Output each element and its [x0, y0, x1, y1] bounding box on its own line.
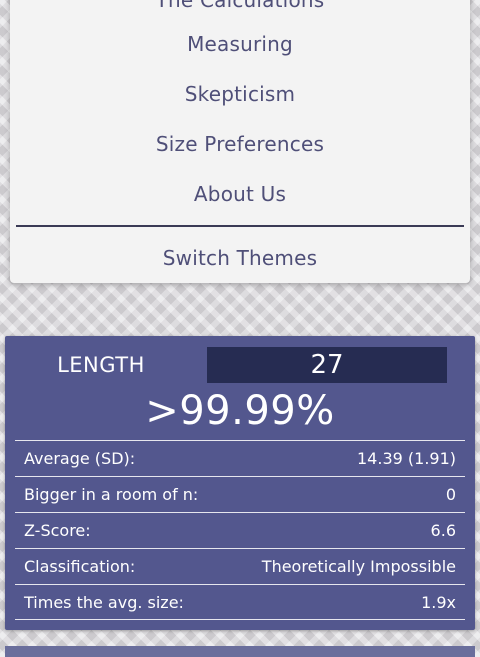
navigation-menu: The Calculations Measuring Skepticism Si…	[10, 0, 470, 283]
length-label: LENGTH	[57, 353, 145, 377]
length-input[interactable]	[207, 347, 447, 383]
next-card-peek	[5, 646, 475, 657]
stat-label: Times the avg. size:	[24, 593, 184, 612]
stat-row-times-avg-size: Times the avg. size: 1.9x	[15, 584, 465, 620]
menu-item-skepticism[interactable]: Skepticism	[10, 82, 470, 106]
menu-item-the-calculations[interactable]: The Calculations	[10, 0, 470, 12]
percentile-value: >99.99%	[145, 388, 335, 434]
stat-value: 6.6	[430, 521, 456, 540]
stat-value: 14.39 (1.91)	[357, 449, 456, 468]
menu-item-measuring[interactable]: Measuring	[10, 32, 470, 56]
switch-themes-button[interactable]: Switch Themes	[10, 246, 470, 270]
stat-label: Z-Score:	[24, 521, 91, 540]
stat-row-bigger-in-room: Bigger in a room of n: 0	[15, 476, 465, 512]
stat-label: Classification:	[24, 557, 136, 576]
stat-label: Average (SD):	[24, 449, 136, 468]
stat-label: Bigger in a room of n:	[24, 485, 199, 504]
stat-value: Theoretically Impossible	[261, 557, 456, 576]
stat-value: 1.9x	[421, 593, 456, 612]
stat-row-classification: Classification: Theoretically Impossible	[15, 548, 465, 584]
menu-divider	[16, 225, 464, 227]
stat-value: 0	[445, 485, 456, 504]
menu-item-size-preferences[interactable]: Size Preferences	[10, 132, 470, 156]
stat-row-average: Average (SD): 14.39 (1.91)	[15, 440, 465, 476]
menu-item-about-us[interactable]: About Us	[10, 182, 470, 206]
stat-row-z-score: Z-Score: 6.6	[15, 512, 465, 548]
stats-card: LENGTH >99.99% Average (SD): 14.39 (1.91…	[5, 336, 475, 630]
